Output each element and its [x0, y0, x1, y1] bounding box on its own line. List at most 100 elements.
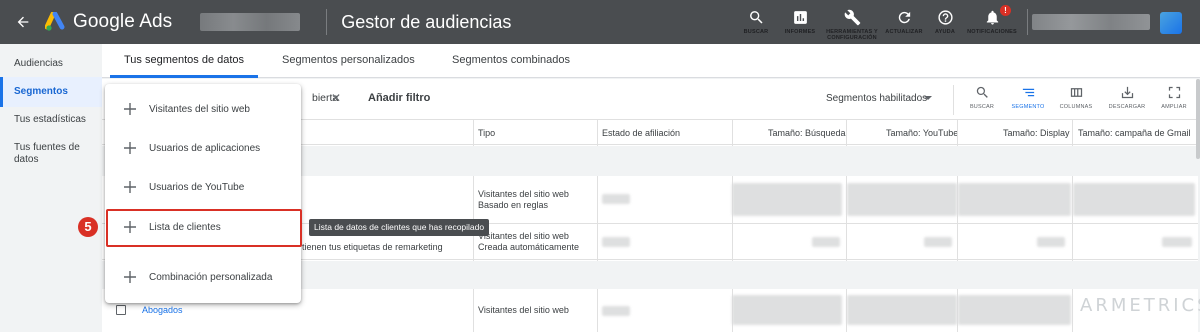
reports-button[interactable]: INFORMES	[777, 0, 823, 44]
menu-item-visitantes[interactable]: Visitantes del sitio web	[105, 90, 301, 128]
search-button[interactable]: BUSCAR	[735, 0, 777, 44]
redacted-value	[1073, 183, 1195, 216]
menu-item-usuarios-apps[interactable]: Usuarios de aplicaciones	[105, 129, 301, 167]
tool-label: BUSCAR	[743, 29, 769, 35]
back-arrow-icon[interactable]	[13, 12, 33, 32]
add-filter-button[interactable]: Añadir filtro	[368, 92, 430, 104]
menu-item-label: Combinación personalizada	[149, 271, 273, 283]
cell-tipo: Visitantes del sitio web	[478, 305, 569, 315]
tool-label: AMPLIAR	[1161, 104, 1187, 110]
table-search-button[interactable]: BUSCAR	[959, 85, 1005, 110]
redacted-value	[958, 295, 1071, 325]
redacted-value	[602, 194, 630, 204]
wrench-icon	[844, 9, 860, 26]
tool-label: NOTIFICACIONES	[967, 29, 1017, 35]
sidebar-item-fuentes-de-datos[interactable]: Tus fuentes de datos	[0, 142, 90, 166]
plus-icon	[124, 103, 136, 115]
column-header-estado[interactable]: Estado de afiliación	[602, 128, 680, 138]
columns-button[interactable]: COLUMNAS	[1053, 85, 1099, 110]
divider	[326, 9, 328, 35]
help-button[interactable]: AYUDA	[927, 0, 963, 44]
column-header-gmail[interactable]: Tamaño: campaña de Gmail	[1078, 128, 1191, 138]
segment-icon	[1022, 88, 1034, 97]
tab-segmentos-personalizados[interactable]: Segmentos personalizados	[282, 44, 415, 78]
tipo-line: Visitantes del sitio web	[478, 231, 569, 241]
refresh-button[interactable]: ACTUALIZAR	[881, 0, 927, 44]
redacted-value	[602, 306, 630, 316]
help-icon	[937, 10, 953, 25]
redacted-value	[1162, 237, 1192, 247]
segment-button[interactable]: SEGMENTO	[1005, 85, 1051, 110]
refresh-icon	[898, 11, 910, 24]
bell-icon	[986, 10, 998, 25]
avatar[interactable]	[1160, 12, 1182, 34]
tool-label: INFORMES	[784, 29, 816, 35]
top-tools: BUSCAR INFORMES HERRAMIENTAS Y CONFIGURA…	[735, 0, 1021, 44]
account-name-redacted	[200, 13, 301, 31]
sidebar-item-audiencias[interactable]: Audiencias	[0, 58, 102, 70]
download-icon	[1121, 86, 1133, 99]
app-name[interactable]: Google Ads	[73, 11, 172, 33]
column-header-busqueda[interactable]: Tamaño: Búsqueda	[768, 128, 846, 138]
user-account-redacted[interactable]	[1032, 14, 1150, 30]
column-header-tipo[interactable]: Tipo	[478, 128, 495, 138]
columns-icon	[1070, 88, 1082, 97]
watermark: ARMETRICS	[1080, 295, 1200, 316]
sidebar-item-segmentos[interactable]: Segmentos	[0, 77, 102, 107]
menu-item-label: Visitantes del sitio web	[149, 103, 250, 115]
tool-label: SEGMENTO	[1011, 104, 1045, 110]
highlight-box	[106, 209, 302, 247]
redacted-value	[847, 183, 957, 216]
tool-label: BUSCAR	[969, 104, 995, 110]
redacted-value	[847, 295, 957, 325]
redacted-value	[958, 183, 1071, 216]
plus-icon	[124, 142, 136, 154]
tool-label: DESCARGAR	[1108, 104, 1146, 110]
redacted-value	[732, 295, 842, 325]
menu-item-combinacion[interactable]: Combinación personalizada	[105, 258, 301, 296]
column-header-youtube[interactable]: Tamaño: YouTube	[886, 128, 958, 138]
cell-tipo: Visitantes del sitio web Basado en regla…	[478, 189, 569, 211]
chevron-down-icon[interactable]	[924, 96, 932, 100]
tool-label: ACTUALIZAR	[885, 29, 923, 35]
scrollbar[interactable]	[1196, 79, 1200, 159]
column-header-display[interactable]: Tamaño: Display	[1003, 128, 1070, 138]
tab-segmentos-combinados[interactable]: Segmentos combinados	[452, 44, 570, 78]
expand-button[interactable]: AMPLIAR	[1151, 85, 1197, 110]
row-checkbox[interactable]	[116, 305, 126, 315]
redacted-value	[732, 183, 842, 216]
segment-name-link[interactable]: Abogados	[142, 305, 183, 315]
menu-item-label: Usuarios de aplicaciones	[149, 142, 261, 154]
sidebar-item-estadisticas[interactable]: Tus estadísticas	[0, 114, 102, 126]
row-name-fragment: tienen tus etiquetas de remarketing	[302, 242, 443, 252]
reports-icon	[793, 11, 807, 24]
tool-label: AYUDA	[934, 29, 956, 35]
expand-icon	[1168, 86, 1180, 99]
menu-item-label: Usuarios de YouTube	[149, 181, 245, 193]
segment-status-select[interactable]: Segmentos habilitados	[826, 93, 927, 104]
tool-label: HERRAMIENTAS Y CONFIGURACIÓN	[826, 29, 878, 41]
search-icon	[976, 86, 988, 98]
tipo-line: Creada automáticamente	[478, 242, 580, 252]
tools-settings-button[interactable]: HERRAMIENTAS Y CONFIGURACIÓN	[823, 0, 881, 44]
page-title: Gestor de audiencias	[341, 11, 512, 32]
side-navigation: Audiencias Segmentos Tus estadísticas Tu…	[0, 44, 102, 332]
tool-label: COLUMNAS	[1059, 104, 1093, 110]
notifications-button[interactable]: NOTIFICACIONES	[963, 0, 1021, 44]
tab-bar: Tus segmentos de datos Segmentos persona…	[102, 44, 1200, 78]
redacted-value	[602, 237, 630, 247]
new-segment-menu: Visitantes del sitio web Usuarios de apl…	[105, 84, 301, 303]
close-icon[interactable]: ✕	[331, 91, 341, 105]
plus-icon	[124, 271, 136, 283]
plus-icon	[124, 181, 136, 193]
notification-badge: !	[1000, 5, 1011, 16]
step-number-badge: 5	[78, 217, 98, 237]
divider	[953, 85, 954, 115]
tipo-line: Basado en reglas	[478, 200, 549, 210]
google-ads-logo-icon[interactable]	[44, 11, 67, 32]
menu-item-usuarios-youtube[interactable]: Usuarios de YouTube	[105, 168, 301, 206]
download-button[interactable]: DESCARGAR	[1104, 85, 1150, 110]
search-icon	[749, 11, 763, 24]
redacted-value	[924, 237, 952, 247]
tab-tus-segmentos[interactable]: Tus segmentos de datos	[110, 44, 259, 78]
